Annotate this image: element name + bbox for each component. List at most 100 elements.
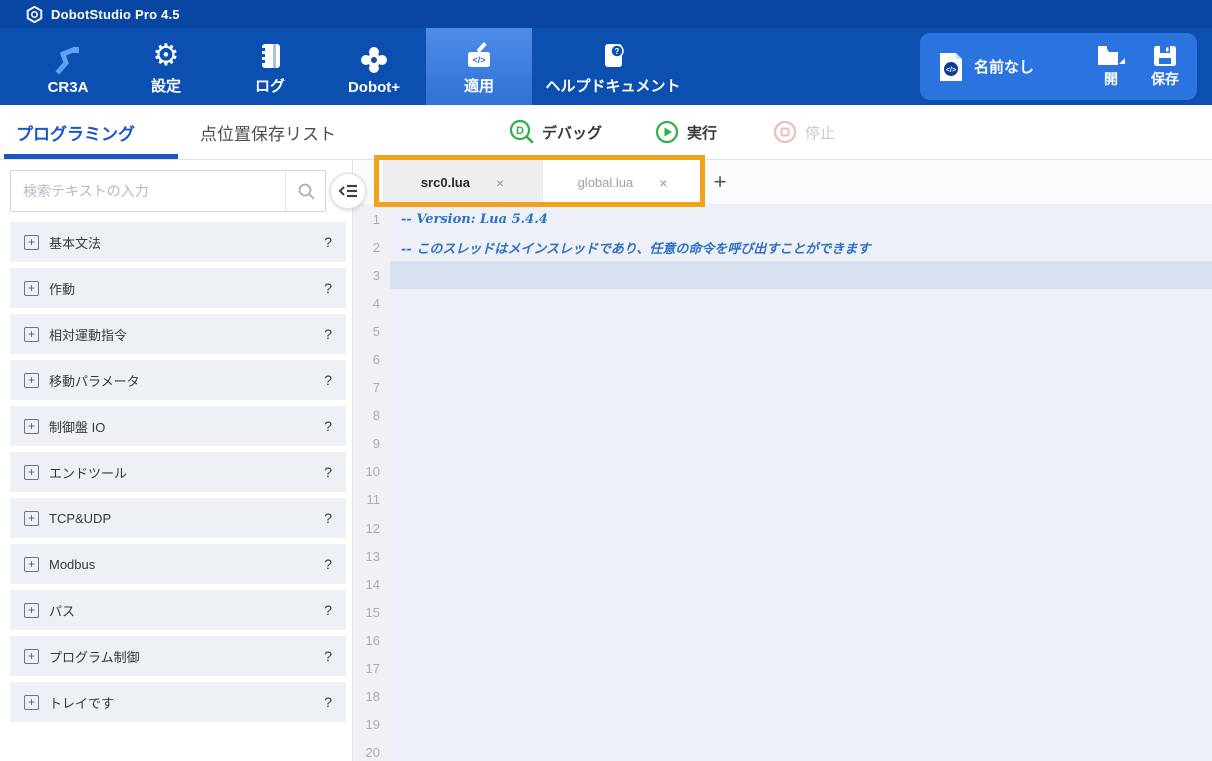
code-line[interactable]: 15 [353, 598, 1212, 627]
search-button[interactable] [285, 171, 325, 211]
sidebar-item[interactable]: + 相対運動指令? [10, 314, 346, 354]
help-doc-icon: ? [598, 39, 628, 71]
collapse-panel-button[interactable] [330, 173, 366, 209]
code-line[interactable]: 18 [353, 682, 1212, 711]
help-question-icon[interactable]: ? [324, 234, 332, 250]
sidebar-item[interactable]: + 制御盤 IO? [10, 406, 346, 446]
new-tab-button[interactable]: + [703, 160, 737, 204]
expand-plus-icon[interactable]: + [24, 694, 39, 710]
code-line[interactable]: 13 [353, 542, 1212, 571]
run-icon [655, 120, 679, 144]
open-button[interactable]: 開 [1097, 45, 1125, 89]
expand-plus-icon[interactable]: + [24, 648, 39, 664]
stop-button[interactable]: 停止 [773, 105, 835, 159]
nav-item-settings[interactable]: ⚙ 設定 [114, 28, 218, 105]
sidebar-item[interactable]: + 移動パラメータ? [10, 360, 346, 400]
sidebar-list: + 基本文法? + 作動? + 相対運動指令? + 移動パラメータ? + 制御盤 IO? + エンドツ… [10, 222, 346, 728]
code-line[interactable]: 17 [353, 654, 1212, 683]
debug-button[interactable]: D デバッグ [508, 105, 602, 159]
nav-label: ログ [254, 78, 285, 95]
nav-item-apply[interactable]: </> 適用 [426, 28, 532, 105]
run-button[interactable]: 実行 [655, 105, 717, 159]
expand-plus-icon[interactable]: + [24, 464, 39, 480]
sidebar-item-label: 制御盤 IO [49, 419, 106, 435]
code-line[interactable]: 4 [353, 289, 1212, 318]
code-line[interactable]: 6 [353, 345, 1212, 374]
editor-tab-src0[interactable]: src0.lua × [383, 160, 543, 205]
help-question-icon[interactable]: ? [324, 602, 332, 618]
code-line[interactable]: 19 [353, 710, 1212, 739]
close-tab-icon[interactable]: × [496, 175, 504, 191]
tab-programming[interactable]: プログラミング [16, 105, 135, 159]
help-question-icon[interactable]: ? [324, 694, 332, 710]
expand-plus-icon[interactable]: + [24, 602, 39, 618]
save-button[interactable]: 保存 [1151, 45, 1179, 89]
help-question-icon[interactable]: ? [324, 464, 332, 480]
search-box [10, 170, 326, 212]
expand-plus-icon[interactable]: + [24, 372, 39, 388]
sidebar-item[interactable]: + パス? [10, 590, 346, 630]
line-number: 2 [353, 233, 390, 262]
expand-plus-icon[interactable]: + [24, 556, 39, 572]
expand-plus-icon[interactable]: + [24, 510, 39, 526]
sidebar-item-label: 相対運動指令 [49, 327, 128, 343]
help-question-icon[interactable]: ? [324, 510, 332, 526]
svg-text:D: D [516, 125, 524, 137]
help-question-icon[interactable]: ? [324, 326, 332, 342]
stop-icon [773, 120, 797, 144]
nav-item-help-docs[interactable]: ? ヘルプドキュメント [532, 28, 694, 105]
help-question-icon[interactable]: ? [324, 418, 332, 434]
code-line[interactable]: 14 [353, 570, 1212, 599]
code-line[interactable]: 11 [353, 485, 1212, 515]
project-name: 名前なし [974, 59, 1035, 76]
code-line[interactable]: 10 [353, 457, 1212, 486]
sidebar-item[interactable]: + Modbus? [10, 544, 346, 584]
sidebar-item[interactable]: + TCP&UDP? [10, 498, 346, 538]
expand-plus-icon[interactable]: + [24, 326, 39, 342]
code-line[interactable]: 8 [353, 401, 1212, 430]
sidebar-item[interactable]: + プログラム制御? [10, 636, 346, 676]
sidebar-item[interactable]: + 作動? [10, 268, 346, 308]
nav-label: CR3A [47, 79, 89, 96]
nav-item-dobot-plus[interactable]: Dobot+ [322, 28, 426, 105]
sidebar-item[interactable]: + エンドツール? [10, 452, 346, 492]
sidebar-item-label: 移動パラメータ [49, 373, 140, 389]
code-line[interactable]: 12 [353, 514, 1212, 543]
expand-plus-icon[interactable]: + [24, 418, 39, 434]
sidebar-item[interactable]: + 基本文法? [10, 222, 346, 262]
tab-point-list[interactable]: 点位置保存リスト [200, 105, 336, 159]
code-line[interactable]: 5 [353, 317, 1212, 346]
collapse-icon [338, 184, 357, 198]
close-tab-icon[interactable]: × [659, 175, 667, 191]
app-window: DobotStudio Pro 4.5 CR3A ⚙ 設定 ログ Dobot+ … [0, 0, 1212, 761]
toolbar-row: プログラミング 点位置保存リスト D デバッグ 実行 停止 [0, 105, 1212, 160]
code-line[interactable]: 1 -- Version: Lua 5.4.4 [353, 205, 1212, 234]
stop-label: 停止 [805, 124, 836, 142]
code-line[interactable]: 20 [353, 738, 1212, 761]
expand-plus-icon[interactable]: + [24, 234, 39, 250]
editor-tab-global[interactable]: global.lua × [543, 160, 703, 205]
expand-plus-icon[interactable]: + [24, 280, 39, 296]
code-line[interactable]: 16 [353, 626, 1212, 655]
sidebar-item[interactable]: + トレイです? [10, 682, 346, 722]
sidebar-item-label: TCP&UDP [49, 510, 112, 526]
code-line[interactable]: 3 [353, 261, 1212, 290]
line-number: 3 [353, 261, 390, 290]
help-question-icon[interactable]: ? [324, 280, 332, 296]
editor-tab-label: src0.lua [420, 175, 470, 190]
nav-item-log[interactable]: ログ [218, 28, 322, 105]
help-question-icon[interactable]: ? [324, 648, 332, 664]
line-number: 11 [353, 485, 390, 515]
code-line[interactable]: 9 [353, 429, 1212, 458]
nav-item-robot[interactable]: CR3A [22, 28, 114, 105]
search-input[interactable] [11, 183, 285, 199]
help-question-icon[interactable]: ? [324, 372, 332, 388]
code-line[interactable]: 2 -- このスレッドはメインスレッドであり、任意の命令を呼び出すことができます [353, 233, 1212, 262]
help-question-icon[interactable]: ? [324, 556, 332, 572]
code-line[interactable]: 7 [353, 373, 1212, 402]
